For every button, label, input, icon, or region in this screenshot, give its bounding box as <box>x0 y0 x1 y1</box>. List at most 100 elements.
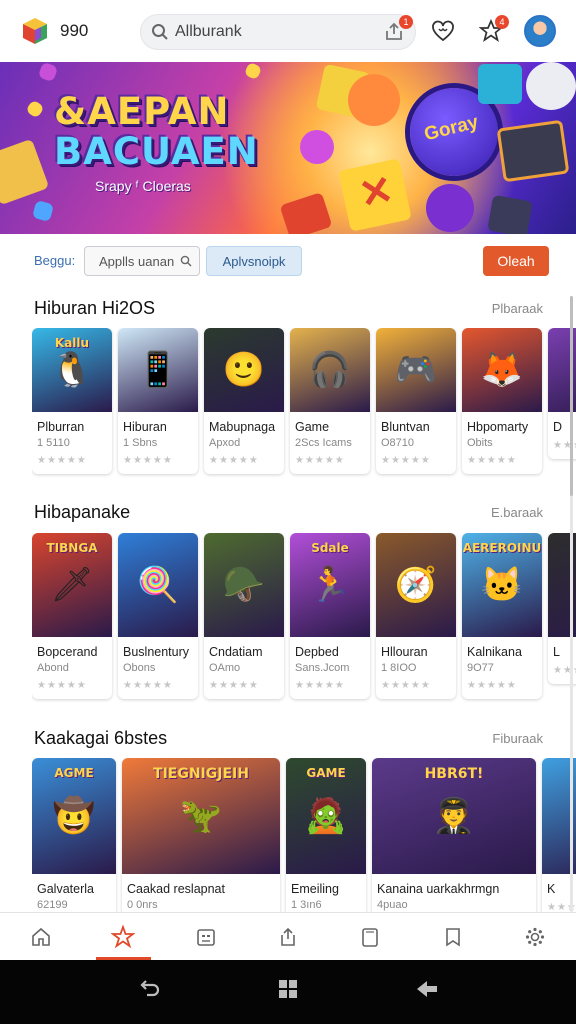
favorites-badge: 4 <box>495 15 509 29</box>
thumbnail-art: 🪖 <box>222 566 266 604</box>
robot-icon <box>196 928 215 946</box>
scrollbar-thumb[interactable] <box>570 296 573 496</box>
section-title: Hibapanake <box>34 502 131 522</box>
nav-share[interactable] <box>247 913 329 960</box>
app-meta: 0 0nrs <box>127 899 158 911</box>
app-meta: 1 5110 <box>37 437 70 449</box>
avatar[interactable] <box>524 15 556 47</box>
app-card[interactable]: 🍭 Buslnentury Obons ★★★★★ <box>118 533 198 699</box>
back-gesture-icon[interactable] <box>129 977 169 1008</box>
penguin-game-icon: 🐧 Kallu <box>32 328 112 412</box>
banner-title: &AEPAN BACUAEN <box>54 90 259 173</box>
filter-label: Beggu: <box>34 253 76 268</box>
clear-button[interactable]: Oleah <box>483 246 549 276</box>
section-more-link[interactable]: E.baraak <box>491 505 543 520</box>
app-meta: Obits <box>467 437 493 449</box>
app-card[interactable]: 🙂 Mabupnaga Apxod ★★★★★ <box>204 328 284 474</box>
nav-home[interactable] <box>0 913 82 960</box>
app-card[interactable]: 🎮 Bluntvan O8710 ★★★★★ <box>376 328 456 474</box>
farmer-icon: 🤠 AGME <box>32 758 116 874</box>
app-name: Caakad reslapnat <box>127 882 225 896</box>
thumbnail-art: 🎮 <box>394 351 438 389</box>
thumbnail-caption: GAME <box>306 766 346 780</box>
nav-games[interactable] <box>82 913 164 960</box>
app-name: Hbpomarty <box>467 420 529 434</box>
soldiers-icon: 🪖 <box>204 533 284 637</box>
app-card[interactable]: 🧟GAMEEmeiling1 3ın6★★★★★ <box>286 758 366 912</box>
fox-girl-icon: 🦊 <box>462 328 542 412</box>
app-card[interactable]: 🧑‍✈️HBR6T!Kanaina uarkakhrmgn4puao★★★★★ <box>372 758 536 912</box>
filter-bar: Beggu: Applls uanan Aplvsnoipk Oleah <box>0 234 576 292</box>
back-arrow-icon[interactable] <box>407 978 447 1007</box>
app-card[interactable]: 🧭 Hllouran 1 8IOO ★★★★★ <box>376 533 456 699</box>
share-badge: 1 <box>399 15 413 29</box>
app-card[interactable]: 🪖 Cndatiam OAmo ★★★★★ <box>204 533 284 699</box>
thumbnail-caption: TIEGNIGJEIH <box>153 766 249 782</box>
search-input[interactable] <box>175 23 375 41</box>
app-name: Plburran <box>37 420 85 434</box>
app-card[interactable]: 🐧 Kallu Plburran 1 5110 ★★★★★ <box>32 328 112 474</box>
app-card[interactable]: 🦊 Hbpomarty Obits ★★★★★ <box>462 328 542 474</box>
filter-active-chip[interactable]: Aplvsnoipk <box>206 246 302 276</box>
app-card[interactable]: 🐱 AEREROINU Kalnikana 9O77 ★★★★★ <box>462 533 542 699</box>
share-icon <box>281 927 295 946</box>
app-card[interactable]: 📱 Hiburan 1 Sbns ★★★★★ <box>118 328 198 474</box>
app-card[interactable]: 🤠AGMEGalvaterla62199★★★★★ <box>32 758 116 912</box>
block-icon <box>487 194 533 234</box>
section-title: Hiburan Hi2OS <box>34 298 156 318</box>
thumbnail-art: 🙂 <box>222 351 266 389</box>
app-name: Bopcerand <box>37 645 98 659</box>
nav-bookmark[interactable] <box>411 913 493 960</box>
gamepad-icon <box>426 184 474 232</box>
zombie-icon: 🧟 GAME <box>286 758 366 874</box>
app-name: Mabupnaga <box>209 420 276 434</box>
promo-banner[interactable]: ✕ Goray &AEPAN BACUAEN Srapy ᶠ Cloeras <box>0 62 576 234</box>
rating-stars: ★★★★★ <box>37 680 87 691</box>
search-icon <box>180 255 192 267</box>
panda-face-icon <box>300 130 334 164</box>
thumbnail-caption: HBR6T! <box>424 766 484 782</box>
app-meta: Abond <box>37 662 69 674</box>
app-card[interactable]: 🗡 TIBNGA Bopcerand Abond ★★★★★ <box>32 533 112 699</box>
runner-icon: 🏃 Sdale <box>290 533 370 637</box>
thumbnail-art: 🎧 <box>308 351 352 389</box>
heart-icon[interactable] <box>428 16 458 46</box>
gamepad-icon: 🎮 <box>376 328 456 412</box>
app-card[interactable]: 🦖TIEGNIGJEIHCaakad reslapnat0 0nrs★★★★★ <box>122 758 280 912</box>
app-meta: Sans.Jcom <box>295 662 350 674</box>
block-x-icon: ✕ <box>338 158 412 232</box>
app-logo-icon[interactable] <box>20 16 50 46</box>
section-more-link[interactable]: Fiburaak <box>492 731 543 746</box>
apps-grid-icon[interactable] <box>268 978 308 1007</box>
scrollbar[interactable] <box>570 296 573 912</box>
section-more-link[interactable]: Plbaraak <box>492 301 543 316</box>
app-name: Game <box>295 420 330 434</box>
character-face-icon <box>348 74 400 126</box>
popsicle-icon: 🍭 <box>118 533 198 637</box>
filter-search-chip[interactable]: Applls uanan <box>84 246 200 276</box>
thumbnail-caption: TIBNGA <box>46 541 98 555</box>
person-phone-icon: 📱 <box>118 328 198 412</box>
thumbnail-art: 📱 <box>136 351 180 389</box>
nav-robot[interactable] <box>165 913 247 960</box>
search-bar[interactable]: 1 <box>140 14 416 50</box>
rating-stars: ★★★★★ <box>381 680 431 691</box>
thumbnail-art: 🍭 <box>136 566 180 604</box>
rating-stars: ★★★★★ <box>467 680 517 691</box>
thumbnail-art: 🦊 <box>480 351 524 389</box>
app-card[interactable]: 🏃 Sdale Depbed Sans.Jcom ★★★★★ <box>290 533 370 699</box>
character-icon <box>478 64 522 104</box>
system-nav-bar <box>0 960 576 1024</box>
explorer-icon: 🧭 <box>376 533 456 637</box>
star-favorites-icon[interactable]: 4 <box>476 15 509 46</box>
nav-settings[interactable] <box>494 913 576 960</box>
banner-gem-icon <box>31 199 55 223</box>
rating-stars: ★★★★★ <box>295 680 345 691</box>
app-card[interactable]: 🎧 Game 2Scs Icams ★★★★★ <box>290 328 370 474</box>
tablet-icon <box>362 927 379 947</box>
app-name: Bluntvan <box>381 420 430 434</box>
hero-adventure-icon: 🗡 TIBNGA <box>32 533 112 637</box>
nav-tablet[interactable] <box>329 913 411 960</box>
headphones-girl-icon: 🎧 <box>290 328 370 412</box>
app-meta: O8710 <box>381 437 415 449</box>
